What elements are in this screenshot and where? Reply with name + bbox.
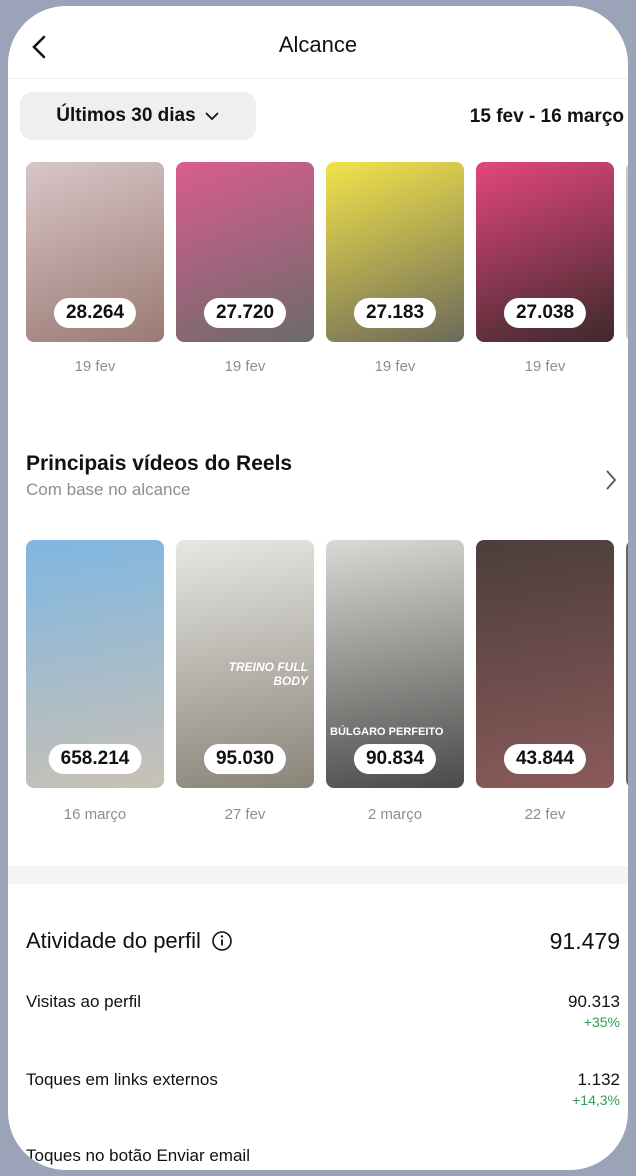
activity-total: 91.479 (549, 928, 620, 954)
reel-thumbnail[interactable]: BÚLGARO PERFEITO 90.834 (326, 540, 464, 788)
info-icon[interactable] (211, 930, 233, 952)
reel-date: 2 março (367, 806, 423, 823)
page-title: Alcance (278, 32, 358, 57)
post-thumbnail[interactable]: 28.264 (26, 162, 164, 342)
reel-caption: BÚLGARO PERFEITO (330, 726, 444, 738)
activity-title: Atividade do perfil (26, 928, 233, 954)
reach-badge: 27.183 (353, 298, 437, 328)
reels-section-subtitle: Com base no alcance (26, 480, 191, 499)
post-thumbnail[interactable] (626, 162, 628, 342)
reach-badge: 658.214 (48, 744, 142, 774)
post-date: 19 fev (74, 358, 116, 375)
links-label: Toques em links externos (26, 1070, 218, 1089)
reach-badge: 90.834 (353, 744, 437, 774)
reel-thumbnail[interactable]: 43.844 (476, 540, 614, 788)
phone-screen: Alcance Últimos 30 dias 15 fev - 16 març… (8, 6, 628, 1170)
reach-badge: 27.720 (203, 298, 287, 328)
reel-date: 22 fev (524, 806, 566, 823)
post-thumbnail[interactable]: 27.183 (326, 162, 464, 342)
top-bar: Alcance (8, 6, 628, 79)
activity-title-text: Atividade do perfil (26, 928, 201, 953)
post-thumbnail[interactable]: 27.720 (176, 162, 314, 342)
links-change: +14,3% (572, 1092, 620, 1108)
reel-thumbnail[interactable]: TREINO FULL BODY 95.030 (176, 540, 314, 788)
reel-date: 16 março (63, 806, 127, 823)
date-range-text: 15 fev - 16 março (469, 106, 624, 127)
links-value: 1.132 (577, 1070, 620, 1089)
post-date: 19 fev (224, 358, 266, 375)
post-date: 19 fev (524, 358, 566, 375)
chevron-down-icon (205, 112, 219, 121)
reach-badge: 28.264 (53, 298, 137, 328)
reach-badge: 43.844 (503, 744, 587, 774)
visits-label: Visitas ao perfil (26, 992, 141, 1011)
reel-thumbnail[interactable]: 658.214 (26, 540, 164, 788)
post-thumbnail[interactable]: 27.038 (476, 162, 614, 342)
chevron-right-icon[interactable] (604, 468, 618, 492)
reels-carousel[interactable]: 658.214 TREINO FULL BODY 95.030 BÚLGARO … (26, 540, 628, 790)
reach-badge: 95.030 (203, 744, 287, 774)
visits-value: 90.313 (568, 992, 620, 1011)
post-date: 19 fev (374, 358, 416, 375)
email-label: Toques no botão Enviar email (26, 1146, 250, 1165)
date-range-label: Últimos 30 dias (56, 105, 196, 126)
reel-thumbnail[interactable] (626, 540, 628, 788)
reel-caption: TREINO FULL BODY (228, 660, 308, 688)
reels-section-title: Principais vídeos do Reels (26, 452, 293, 475)
visits-change: +35% (583, 1014, 620, 1030)
reach-badge: 27.038 (503, 298, 587, 328)
date-range-dropdown[interactable]: Últimos 30 dias (20, 92, 256, 140)
top-posts-carousel[interactable]: 28.264 27.720 27.183 27.038 (26, 162, 628, 352)
section-divider (8, 866, 628, 884)
reel-date: 27 fev (224, 806, 266, 823)
